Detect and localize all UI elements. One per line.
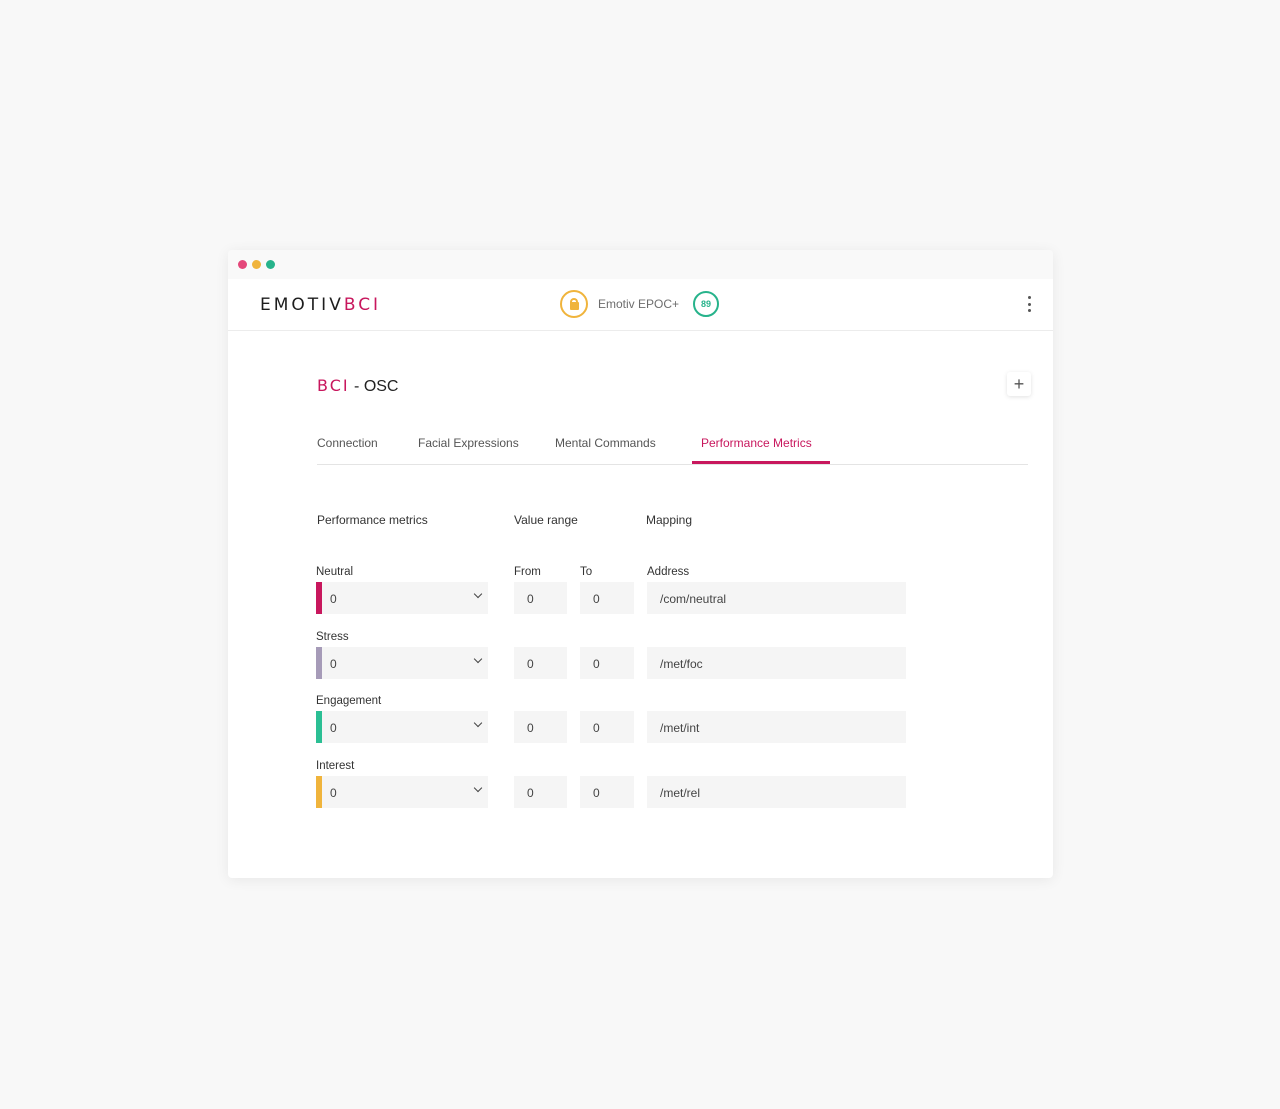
metric-label-interest: Interest	[316, 760, 355, 772]
to-input-engagement[interactable]: 0	[580, 711, 634, 743]
address-label: Address	[647, 566, 690, 578]
address-input-engagement[interactable]: /met/int	[647, 711, 906, 743]
from-label: From	[514, 566, 541, 578]
metric-label-stress: Stress	[316, 631, 349, 643]
chevron-down-icon	[473, 784, 483, 794]
color-bar-neutral	[316, 582, 322, 614]
from-input-neutral[interactable]: 0	[514, 582, 567, 614]
close-window-button[interactable]	[238, 260, 247, 269]
tab-facial-expressions[interactable]: Facial Expressions	[418, 436, 519, 450]
maximize-window-button[interactable]	[266, 260, 275, 269]
chevron-down-icon	[473, 655, 483, 665]
column-header-range: Value range	[514, 513, 578, 527]
to-input-interest[interactable]: 0	[580, 776, 634, 808]
from-input-engagement[interactable]: 0	[514, 711, 567, 743]
metric-label-neutral: Neutral	[316, 566, 354, 578]
metric-select-neutral[interactable]: 0	[316, 582, 488, 614]
page-title-accent: BCI	[317, 376, 350, 395]
device-status[interactable]: Emotiv EPOC+ 89	[560, 290, 720, 318]
to-label: To	[580, 566, 593, 578]
column-header-mapping: Mapping	[646, 513, 693, 527]
metric-select-engagement[interactable]: 0	[316, 711, 488, 743]
app-logo: EMOTIVBCI	[260, 295, 381, 315]
page-title-rest: - OSC	[349, 378, 399, 395]
tab-connection[interactable]: Connection	[317, 436, 378, 450]
color-bar-engagement	[316, 711, 322, 743]
title-bar	[228, 250, 1053, 279]
chevron-down-icon	[473, 590, 483, 600]
from-input-stress[interactable]: 0	[514, 647, 567, 679]
battery-indicator: 89	[693, 291, 720, 317]
plus-icon: +	[1013, 374, 1025, 394]
column-header-metrics: Performance metrics	[317, 513, 428, 527]
address-input-interest[interactable]: /met/rel	[647, 776, 906, 808]
active-tab-indicator	[692, 461, 830, 464]
color-bar-stress	[316, 647, 322, 679]
minimize-window-button[interactable]	[252, 260, 261, 269]
metric-label-engagement: Engagement	[316, 695, 382, 707]
tab-performance-metrics[interactable]: Performance Metrics	[701, 436, 812, 450]
to-input-neutral[interactable]: 0	[580, 582, 634, 614]
app-window: EMOTIVBCI Emotiv EPOC+ 89 BCI - OSC + Co…	[228, 250, 1053, 878]
logo-main-text: EMOTIV	[260, 295, 344, 315]
address-input-neutral[interactable]: /com/neutral	[647, 582, 906, 614]
page-title: BCI - OSC	[317, 376, 398, 396]
metric-select-interest[interactable]: 0	[316, 776, 488, 808]
lock-icon	[560, 290, 588, 318]
tab-bar: Connection Facial Expressions Mental Com…	[317, 426, 1028, 465]
app-header: EMOTIVBCI Emotiv EPOC+ 89	[228, 279, 1053, 331]
metric-select-stress[interactable]: 0	[316, 647, 488, 679]
from-input-interest[interactable]: 0	[514, 776, 567, 808]
color-bar-interest	[316, 776, 322, 808]
tab-mental-commands[interactable]: Mental Commands	[555, 436, 656, 450]
device-name: Emotiv EPOC+	[598, 297, 680, 311]
chevron-down-icon	[473, 719, 483, 729]
add-button[interactable]: +	[1007, 372, 1031, 396]
address-input-stress[interactable]: /met/foc	[647, 647, 906, 679]
to-input-stress[interactable]: 0	[580, 647, 634, 679]
logo-accent-text: BCI	[343, 295, 382, 315]
more-menu-icon[interactable]	[1025, 296, 1033, 312]
